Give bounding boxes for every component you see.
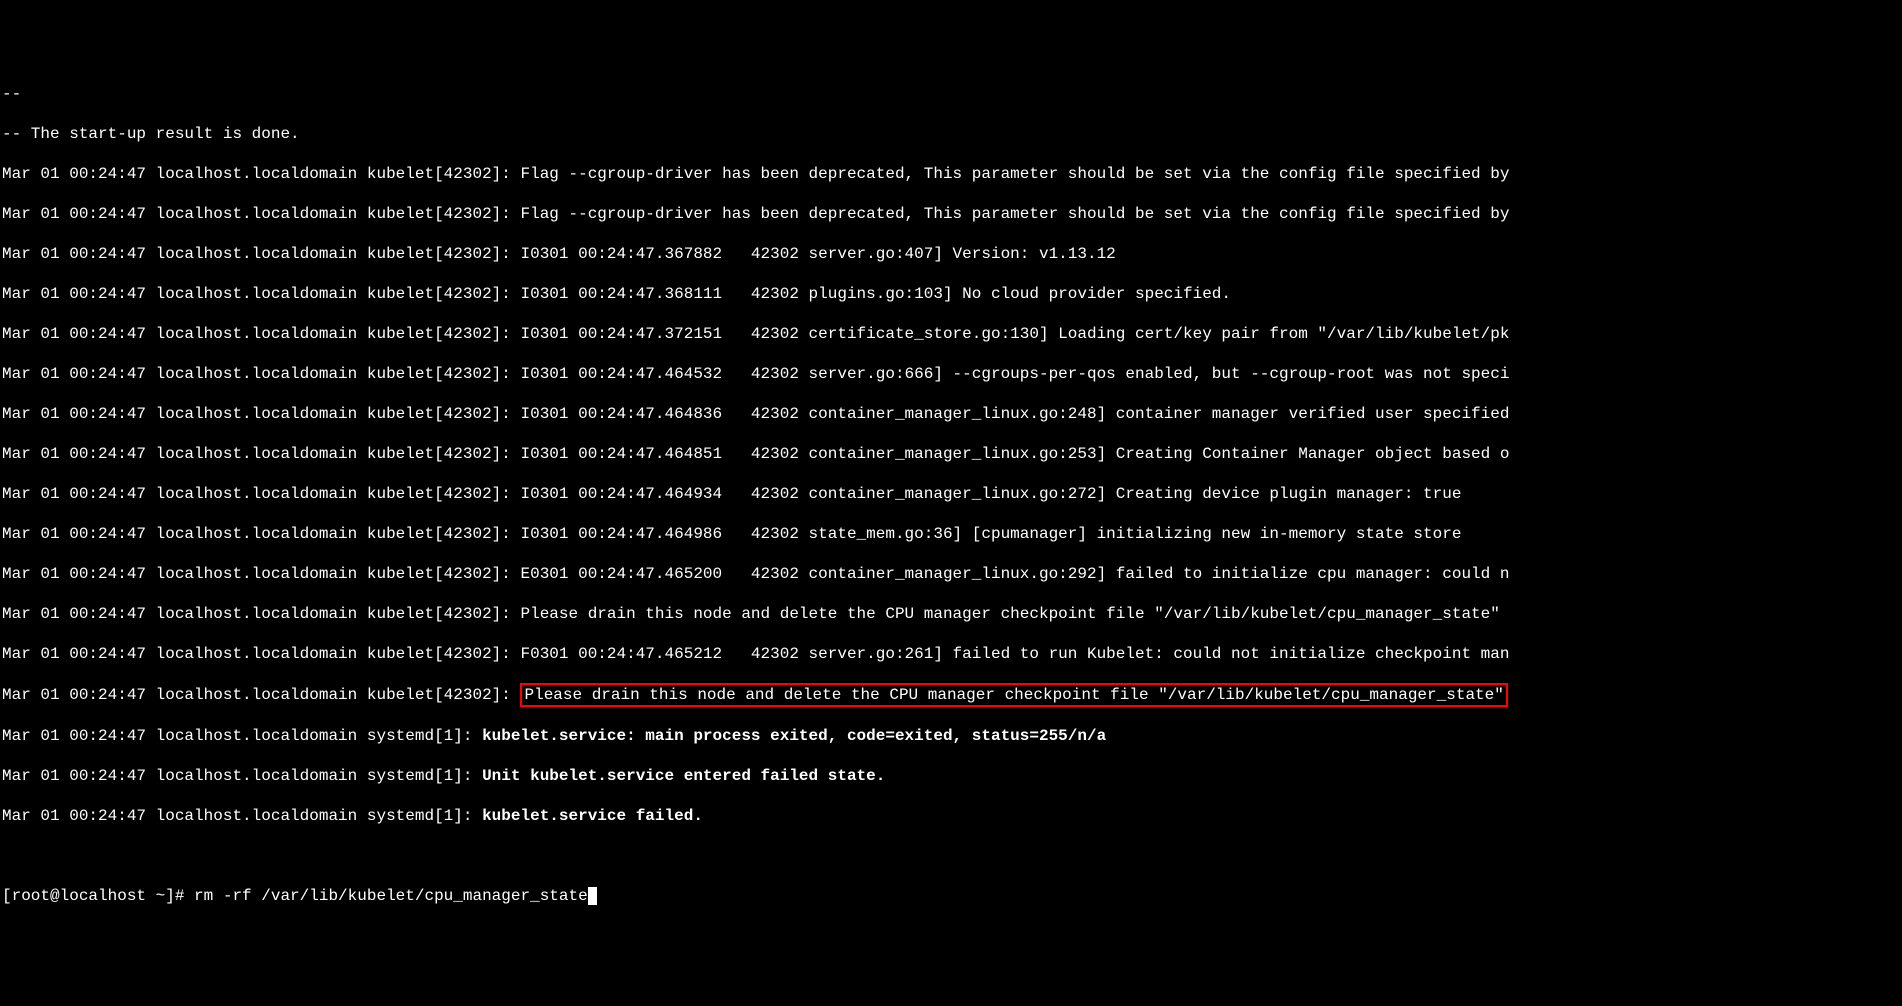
log-prefix: Mar 01 00:24:47 localhost.localdomain sy… xyxy=(2,727,482,745)
log-line-systemd: Mar 01 00:24:47 localhost.localdomain sy… xyxy=(2,806,1900,826)
log-line: Mar 01 00:24:47 localhost.localdomain ku… xyxy=(2,164,1900,184)
log-line-systemd: Mar 01 00:24:47 localhost.localdomain sy… xyxy=(2,766,1900,786)
log-line: Mar 01 00:24:47 localhost.localdomain ku… xyxy=(2,284,1900,304)
log-line: Mar 01 00:24:47 localhost.localdomain ku… xyxy=(2,364,1900,384)
log-bold-message: kubelet.service: main process exited, co… xyxy=(482,727,1106,745)
shell-prompt: [root@localhost ~]# xyxy=(2,887,194,905)
log-startup-message: -- The start-up result is done. xyxy=(2,124,1900,144)
log-line: Mar 01 00:24:47 localhost.localdomain ku… xyxy=(2,204,1900,224)
log-blank-line xyxy=(2,846,1900,866)
log-prefix: Mar 01 00:24:47 localhost.localdomain sy… xyxy=(2,807,482,825)
log-line: Mar 01 00:24:47 localhost.localdomain ku… xyxy=(2,244,1900,264)
log-line: Mar 01 00:24:47 localhost.localdomain ku… xyxy=(2,484,1900,504)
log-bold-message: Unit kubelet.service entered failed stat… xyxy=(482,767,885,785)
command-input[interactable]: rm -rf /var/lib/kubelet/cpu_manager_stat… xyxy=(194,887,588,905)
cursor-icon xyxy=(588,887,597,905)
command-prompt-line[interactable]: [root@localhost ~]# rm -rf /var/lib/kube… xyxy=(2,886,1900,906)
log-line: Mar 01 00:24:47 localhost.localdomain ku… xyxy=(2,324,1900,344)
log-prefix: Mar 01 00:24:47 localhost.localdomain ku… xyxy=(2,686,520,704)
log-line: Mar 01 00:24:47 localhost.localdomain ku… xyxy=(2,444,1900,464)
log-line-highlighted: Mar 01 00:24:47 localhost.localdomain ku… xyxy=(2,684,1900,706)
log-dash-line: -- xyxy=(2,84,1900,104)
log-prefix: Mar 01 00:24:47 localhost.localdomain sy… xyxy=(2,767,482,785)
log-line: Mar 01 00:24:47 localhost.localdomain ku… xyxy=(2,644,1900,664)
log-line: Mar 01 00:24:47 localhost.localdomain ku… xyxy=(2,564,1900,584)
log-line: Mar 01 00:24:47 localhost.localdomain ku… xyxy=(2,524,1900,544)
log-line: Mar 01 00:24:47 localhost.localdomain ku… xyxy=(2,604,1900,624)
log-line: Mar 01 00:24:47 localhost.localdomain ku… xyxy=(2,404,1900,424)
highlight-annotation: Please drain this node and delete the CP… xyxy=(520,683,1507,707)
log-line-systemd: Mar 01 00:24:47 localhost.localdomain sy… xyxy=(2,726,1900,746)
log-bold-message: kubelet.service failed. xyxy=(482,807,703,825)
